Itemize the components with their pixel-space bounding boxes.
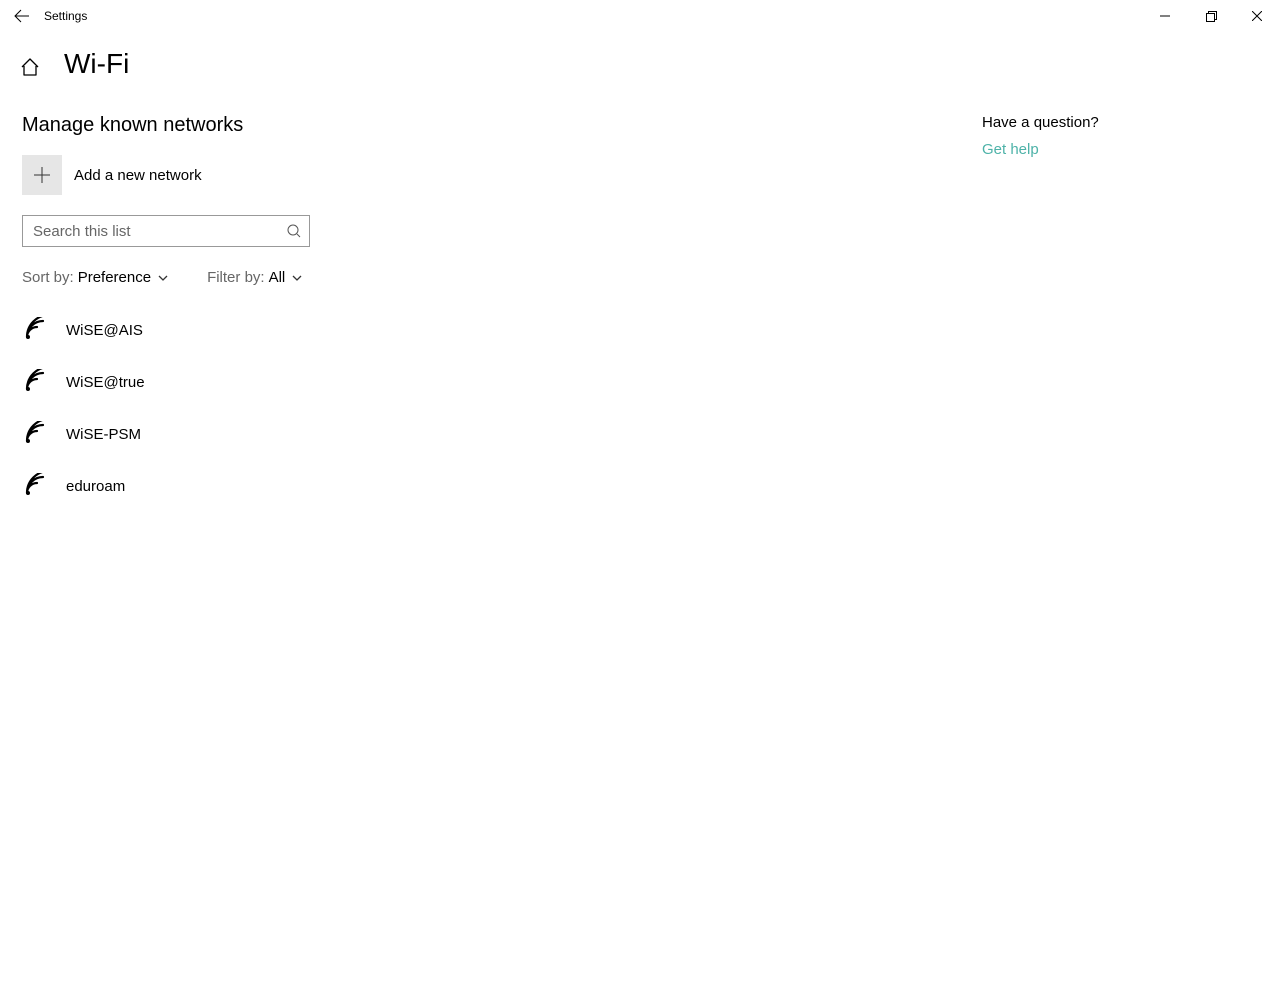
minimize-icon [1160,11,1170,21]
plus-icon [33,166,51,184]
get-help-link[interactable]: Get help [982,141,1260,158]
page-title: Wi-Fi [64,48,129,80]
network-item[interactable]: WiSE@true [22,356,962,408]
window-title: Settings [44,9,87,23]
maximize-button[interactable] [1188,0,1234,32]
chevron-down-icon [157,272,169,284]
wifi-icon [22,317,52,343]
minimize-button[interactable] [1142,0,1188,32]
section-title: Manage known networks [22,114,962,137]
network-item[interactable]: eduroam [22,460,962,512]
add-network-label: Add a new network [74,167,202,184]
network-name: eduroam [66,478,125,495]
title-bar: Settings [0,0,1280,32]
filter-by-dropdown[interactable]: Filter by: All [207,269,303,286]
network-list: WiSE@AIS WiSE@true WiSE-PSM eduroam [22,304,962,512]
window-controls [1142,0,1280,32]
search-input[interactable] [31,222,287,241]
add-icon-box [22,155,62,195]
sort-by-dropdown[interactable]: Sort by: Preference [22,269,169,286]
home-icon [20,57,40,77]
page-header: Wi-Fi [0,32,1280,80]
wifi-icon [22,369,52,395]
wifi-icon [22,421,52,447]
chevron-down-icon [291,272,303,284]
sort-value: Preference [78,269,151,286]
network-name: WiSE@true [66,374,145,391]
filter-value: All [269,269,286,286]
sort-label: Sort by: [22,269,74,286]
search-box[interactable] [22,215,310,247]
close-button[interactable] [1234,0,1280,32]
maximize-icon [1206,11,1217,22]
filter-row: Sort by: Preference Filter by: All [22,269,962,286]
close-icon [1252,11,1262,21]
network-item[interactable]: WiSE@AIS [22,304,962,356]
add-network-button[interactable]: Add a new network [22,155,962,195]
arrow-left-icon [14,8,30,24]
wifi-icon [22,473,52,499]
side-panel: Have a question? Get help [962,104,1260,512]
network-item[interactable]: WiSE-PSM [22,408,962,460]
search-icon [287,224,301,238]
home-button[interactable] [20,57,40,77]
back-button[interactable] [0,0,44,32]
main-content: Manage known networks Add a new network … [22,104,962,512]
help-heading: Have a question? [982,114,1260,131]
filter-label: Filter by: [207,269,265,286]
network-name: WiSE@AIS [66,322,143,339]
network-name: WiSE-PSM [66,426,141,443]
